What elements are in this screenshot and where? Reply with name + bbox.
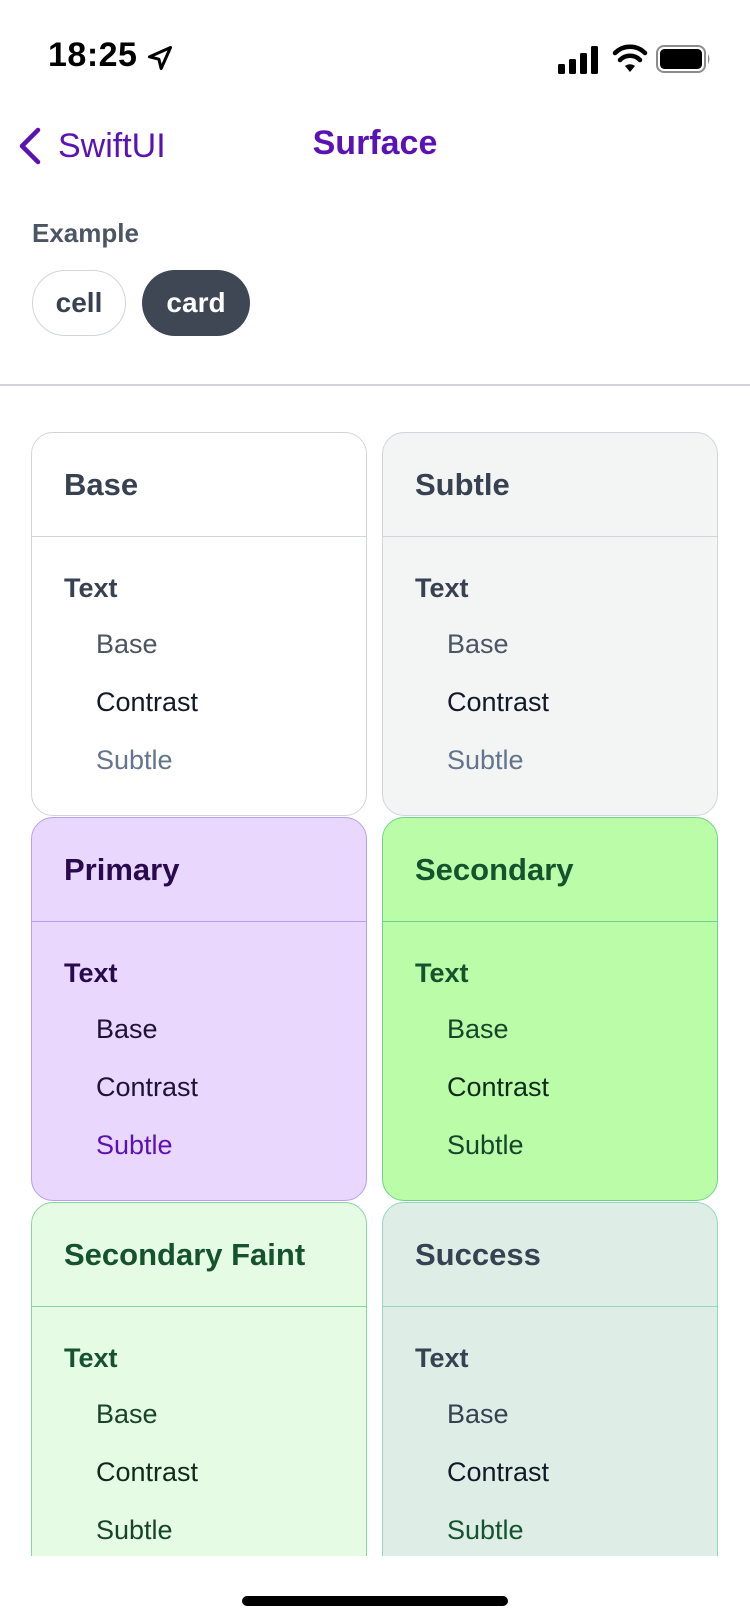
page-title: Surface	[312, 124, 438, 162]
card-success: Success Text Base Contrast Subtle	[382, 1202, 718, 1556]
chip-cell[interactable]: cell	[32, 270, 126, 336]
text-subtle-sample: Subtle	[96, 1130, 173, 1160]
text-section-label: Text	[64, 573, 118, 603]
card-title: Subtle	[383, 433, 717, 537]
chip-card[interactable]: card	[142, 270, 250, 336]
navigation-bar: SwiftUI Surface	[0, 110, 750, 180]
text-contrast-sample: Contrast	[96, 1072, 199, 1102]
text-base-sample: Base	[447, 629, 509, 659]
cellular-signal-icon	[558, 46, 598, 74]
card-body: Text Base Contrast Subtle	[32, 922, 366, 1187]
text-section-label: Text	[64, 1343, 118, 1373]
divider	[0, 384, 750, 386]
text-section-label: Text	[64, 958, 118, 988]
home-indicator[interactable]	[242, 1596, 508, 1606]
card-body: Text Base Contrast Subtle	[383, 1307, 717, 1556]
text-base-sample: Base	[447, 1399, 509, 1429]
text-section-label: Text	[415, 573, 469, 603]
card-body: Text Base Contrast Subtle	[383, 922, 717, 1187]
text-subtle-sample: Subtle	[96, 745, 173, 775]
card-secondary-faint: Secondary Faint Text Base Contrast Subtl…	[31, 1202, 367, 1556]
text-contrast-sample: Contrast	[447, 1072, 550, 1102]
status-time: 18:25	[48, 36, 138, 74]
text-base-sample: Base	[96, 629, 158, 659]
example-chips: cell card	[32, 270, 250, 336]
text-base-sample: Base	[447, 1014, 509, 1044]
card-body: Text Base Contrast Subtle	[32, 1307, 366, 1556]
surface-card-grid: Base Text Base Contrast Subtle Subtle Te…	[31, 432, 719, 1556]
card-title: Success	[383, 1203, 717, 1307]
wifi-icon	[612, 44, 648, 72]
status-bar: 18:25	[0, 0, 750, 100]
card-title: Secondary	[383, 818, 717, 922]
text-subtle-sample: Subtle	[96, 1515, 173, 1545]
card-title: Secondary Faint	[32, 1203, 366, 1307]
text-contrast-sample: Contrast	[96, 687, 199, 717]
text-contrast-sample: Contrast	[447, 1457, 550, 1487]
example-picker: Example cell card	[32, 218, 250, 336]
card-primary: Primary Text Base Contrast Subtle	[31, 817, 367, 1201]
card-body: Text Base Contrast Subtle	[383, 537, 717, 802]
card-secondary: Secondary Text Base Contrast Subtle	[382, 817, 718, 1201]
example-label: Example	[32, 218, 139, 248]
card-subtle: Subtle Text Base Contrast Subtle	[382, 432, 718, 816]
card-title: Primary	[32, 818, 366, 922]
text-contrast-sample: Contrast	[96, 1457, 199, 1487]
card-base: Base Text Base Contrast Subtle	[31, 432, 367, 816]
text-section-label: Text	[415, 958, 469, 988]
card-body: Text Base Contrast Subtle	[32, 537, 366, 802]
battery-icon	[656, 45, 710, 73]
text-base-sample: Base	[96, 1014, 158, 1044]
text-subtle-sample: Subtle	[447, 745, 524, 775]
card-title: Base	[32, 433, 366, 537]
text-subtle-sample: Subtle	[447, 1515, 524, 1545]
text-subtle-sample: Subtle	[447, 1130, 524, 1160]
text-contrast-sample: Contrast	[447, 687, 550, 717]
text-base-sample: Base	[96, 1399, 158, 1429]
location-arrow-icon	[147, 45, 173, 71]
text-section-label: Text	[415, 1343, 469, 1373]
